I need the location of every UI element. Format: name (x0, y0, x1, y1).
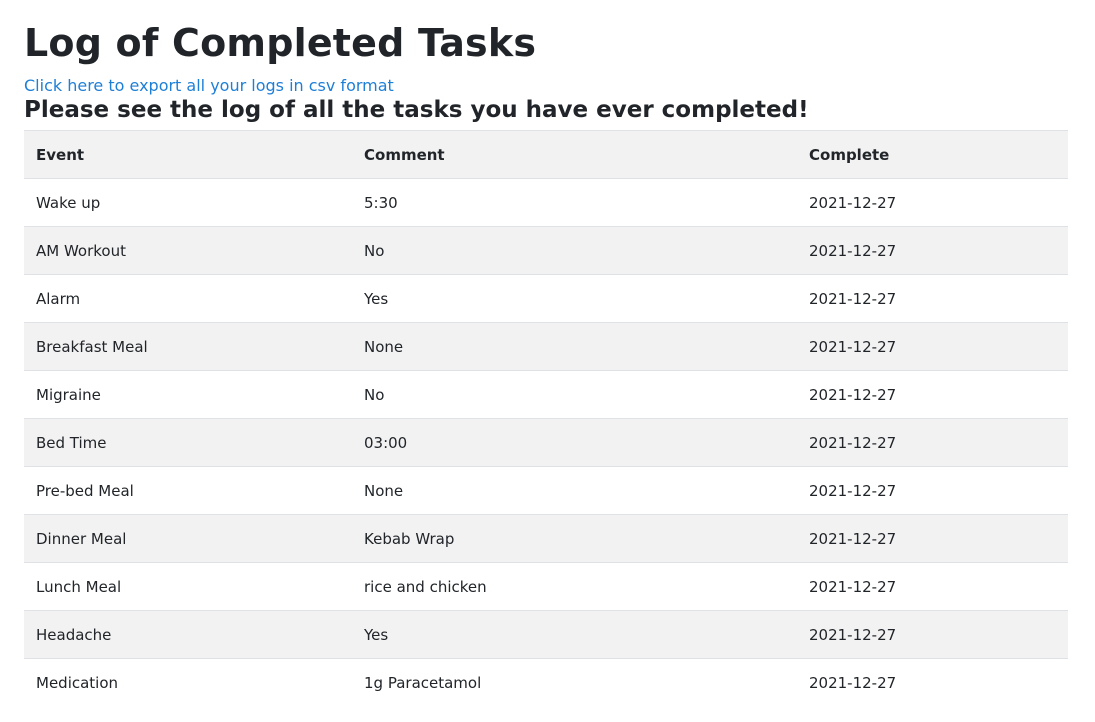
cell-event: Pre-bed Meal (24, 466, 352, 515)
cell-comment: No (352, 226, 797, 275)
cell-complete: 2021-12-27 (797, 370, 1068, 419)
column-header-event: Event (24, 130, 352, 179)
cell-event: Medication (24, 658, 352, 707)
cell-event: Headache (24, 610, 352, 659)
cell-complete: 2021-12-27 (797, 274, 1068, 323)
cell-complete: 2021-12-27 (797, 514, 1068, 563)
cell-event: Wake up (24, 178, 352, 227)
cell-complete: 2021-12-27 (797, 418, 1068, 467)
cell-event: Alarm (24, 274, 352, 323)
cell-comment: 03:00 (352, 418, 797, 467)
export-csv-link[interactable]: Click here to export all your logs in cs… (24, 77, 394, 95)
cell-complete: 2021-12-27 (797, 322, 1068, 371)
cell-event: Bed Time (24, 418, 352, 467)
table-row: Wake up 5:30 2021-12-27 (24, 178, 1068, 227)
cell-comment: Yes (352, 274, 797, 323)
cell-comment: None (352, 322, 797, 371)
table-row: Alarm Yes 2021-12-27 (24, 274, 1068, 323)
cell-complete: 2021-12-27 (797, 226, 1068, 275)
cell-comment: Yes (352, 610, 797, 659)
table-row: Pre-bed Meal None 2021-12-27 (24, 466, 1068, 515)
column-header-comment: Comment (352, 130, 797, 179)
cell-event: Lunch Meal (24, 562, 352, 611)
table-row: Migraine No 2021-12-27 (24, 370, 1068, 419)
cell-complete: 2021-12-27 (797, 658, 1068, 707)
task-log-table: Event Comment Complete Wake up 5:30 2021… (24, 130, 1068, 707)
page-subtitle: Please see the log of all the tasks you … (24, 97, 809, 123)
cell-event: Breakfast Meal (24, 322, 352, 371)
cell-complete: 2021-12-27 (797, 610, 1068, 659)
page-container: Log of Completed Tasks Click here to exp… (0, 0, 1095, 707)
cell-comment: No (352, 370, 797, 419)
page-title: Log of Completed Tasks (24, 21, 537, 65)
table-header-row: Event Comment Complete (24, 130, 1068, 179)
table-row: Lunch Meal rice and chicken 2021-12-27 (24, 562, 1068, 611)
cell-event: AM Workout (24, 226, 352, 275)
cell-event: Migraine (24, 370, 352, 419)
table-row: Medication 1g Paracetamol 2021-12-27 (24, 658, 1068, 707)
cell-comment: 5:30 (352, 178, 797, 227)
table-row: Dinner Meal Kebab Wrap 2021-12-27 (24, 514, 1068, 563)
cell-complete: 2021-12-27 (797, 466, 1068, 515)
table-row: AM Workout No 2021-12-27 (24, 226, 1068, 275)
cell-complete: 2021-12-27 (797, 178, 1068, 227)
cell-event: Dinner Meal (24, 514, 352, 563)
cell-comment: rice and chicken (352, 562, 797, 611)
cell-complete: 2021-12-27 (797, 562, 1068, 611)
cell-comment: 1g Paracetamol (352, 658, 797, 707)
column-header-complete: Complete (797, 130, 1068, 179)
table-row: Bed Time 03:00 2021-12-27 (24, 418, 1068, 467)
table-row: Headache Yes 2021-12-27 (24, 610, 1068, 659)
cell-comment: None (352, 466, 797, 515)
table-row: Breakfast Meal None 2021-12-27 (24, 322, 1068, 371)
cell-comment: Kebab Wrap (352, 514, 797, 563)
